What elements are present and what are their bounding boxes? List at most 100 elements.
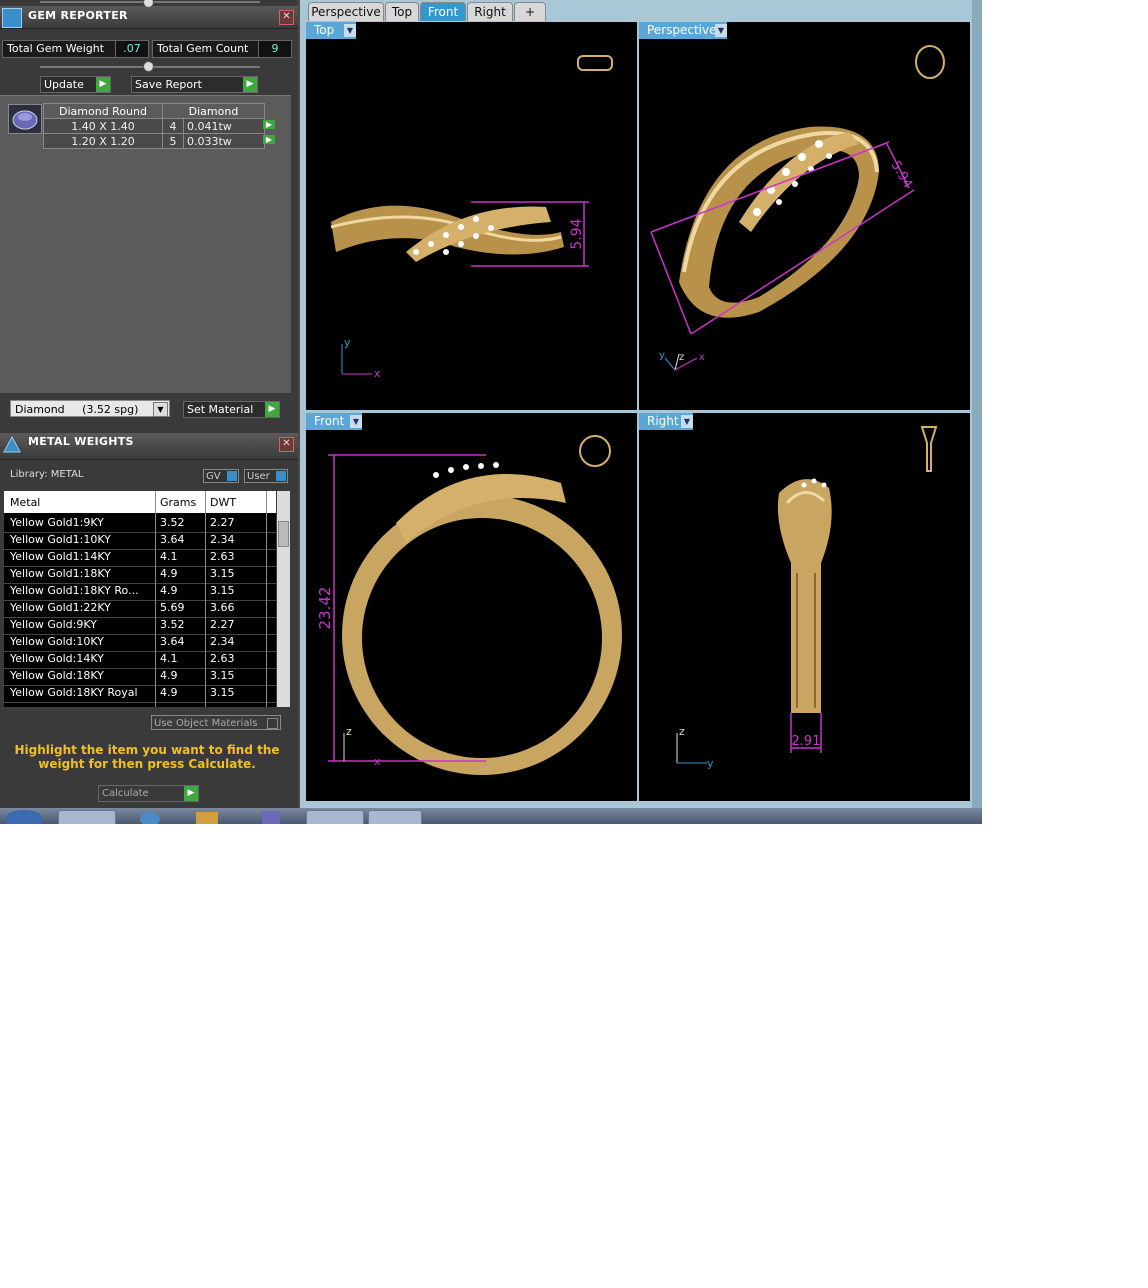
play-arrow-icon: ▶ [243, 77, 257, 92]
axis-y-label: y [659, 350, 665, 361]
viewport-area: Perspective Top Front Right + Top ▼ 5.94… [300, 0, 982, 808]
total-gem-weight-value: .07 [115, 40, 149, 58]
front-view-render: 23.42 z x [316, 435, 622, 775]
update-label: Update [44, 78, 84, 91]
table-row[interactable]: Yellow Gold1:14KY 4.1 2.63 [4, 549, 276, 567]
tab-top[interactable]: Top [385, 2, 419, 21]
media-icon[interactable] [196, 812, 218, 824]
window-app-icon[interactable] [368, 810, 422, 824]
table-row[interactable]: Yellow Gold1:18KY Ro... 4.9 3.15 [4, 583, 276, 601]
cell-metal: Yellow Gold:9KY [10, 618, 97, 631]
metal-weights-table: Metal Grams DWT Yellow Gold1:9KY 3.52 2.27… [4, 491, 276, 707]
cell-dwt: 3.66 [210, 601, 235, 614]
table-row[interactable]: Yellow Gold:9KY 3.52 2.27 [4, 617, 276, 635]
gem-count: 4 [162, 118, 184, 134]
set-material-button[interactable]: Set Material ▶ [183, 401, 280, 418]
calculate-button[interactable]: Calculate ▶ [98, 785, 199, 802]
axis-y-label: y [344, 336, 351, 349]
table-row[interactable]: Yellow Gold1:9KY 3.52 2.27 [4, 515, 276, 533]
play-arrow-icon: ▶ [184, 786, 198, 801]
cell-dwt: 2.63 [210, 550, 235, 563]
cell-grams: 4.1 [160, 550, 178, 563]
cell-dwt: 3.15 [210, 584, 235, 597]
top-view-render: 5.94 y x [330, 55, 613, 380]
cell-metal: Yellow Gold1:14KY [10, 550, 111, 563]
perspective-dimension: 5.94 [888, 159, 915, 192]
metal-weights-title: METAL WEIGHTS [28, 435, 134, 448]
cell-metal: Yellow Gold1:9KY [10, 516, 104, 529]
info-icon [227, 471, 237, 481]
table-row[interactable]: Yellow Gold:10KY 3.64 2.34 [4, 634, 276, 652]
play-arrow-icon[interactable]: ▶ [263, 119, 275, 129]
tab-perspective[interactable]: Perspective [308, 2, 384, 21]
gem-weight-text: 0.033tw [187, 134, 232, 148]
play-arrow-icon[interactable]: ▶ [263, 134, 275, 144]
top-dimension: 5.94 [569, 218, 585, 249]
table-row[interactable]: Yellow Gold1:10KY 3.64 2.34 [4, 532, 276, 550]
user-label: User [247, 471, 270, 482]
library-label: Library: METAL [10, 469, 84, 480]
scrollbar-thumb[interactable] [278, 521, 289, 547]
add-tab-button[interactable]: + [514, 2, 546, 21]
table-row[interactable]: Yellow Gold:14KY 4.1 2.63 [4, 651, 276, 669]
save-report-button[interactable]: Save Report ▶ [131, 76, 258, 93]
metal-table-scrollbar[interactable] [277, 491, 290, 707]
col-metal: Metal [10, 496, 41, 509]
cell-dwt: 3.15 [210, 567, 235, 580]
cell-grams: 4.9 [160, 584, 178, 597]
gem-size: 1.20 X 1.20 [43, 133, 163, 149]
viewport-perspective[interactable]: Perspective ▼ 5.94 y z x [639, 22, 970, 410]
cell-dwt: 2.34 [210, 533, 235, 546]
gem-slider-knob[interactable] [143, 61, 154, 72]
use-object-materials-toggle[interactable]: Use Object Materials [151, 715, 281, 730]
tab-right[interactable]: Right [467, 2, 513, 21]
browser-icon[interactable] [140, 812, 160, 824]
gem-col-material: Diamond [162, 103, 265, 119]
start-button-icon[interactable] [6, 810, 42, 824]
table-row[interactable]: Yellow Gold:18KY 4.9 3.15 [4, 668, 276, 686]
user-library-button[interactable]: User [244, 469, 288, 483]
axis-x-label: x [374, 755, 381, 768]
metal-weights-icon [2, 435, 22, 455]
cell-grams: 4.9 [160, 686, 178, 699]
close-icon[interactable]: ✕ [279, 10, 294, 25]
cell-metal: Yellow Gold:14KY [10, 652, 104, 665]
cell-metal: Yellow Gold:10KY [10, 635, 104, 648]
column-divider [266, 491, 267, 707]
table-row[interactable]: Yellow Gold:18KY Royal 4.9 3.15 [4, 685, 276, 703]
play-arrow-icon: ▶ [96, 77, 110, 92]
column-divider [155, 491, 156, 707]
right-edge [972, 0, 982, 808]
gem-app-icon[interactable] [262, 811, 280, 824]
gem-weight-text: 0.041tw [187, 119, 232, 133]
axis-x-label: x [699, 352, 705, 363]
gem-row[interactable]: 1.20 X 1.20 5 0.033tw ▶ [43, 133, 275, 149]
close-icon[interactable]: ✕ [279, 437, 294, 452]
tab-front[interactable]: Front [420, 2, 466, 21]
viewport-front[interactable]: Front ▼ 23.42 z x [306, 413, 637, 801]
gv-library-button[interactable]: GV [203, 469, 239, 483]
cell-dwt: 2.27 [210, 516, 235, 529]
folder-icon[interactable] [58, 810, 116, 824]
gem-weight: 0.033tw ▶ [183, 133, 275, 149]
material-select[interactable]: Diamond (3.52 spg) ▼ [10, 400, 170, 417]
table-row[interactable]: Yellow Gold1:18KY 4.9 3.15 [4, 566, 276, 584]
info-icon [276, 471, 286, 481]
viewport-top[interactable]: Top ▼ 5.94 y x [306, 22, 637, 410]
taskbar [0, 808, 982, 824]
cell-grams: 5.69 [160, 601, 185, 614]
viewport-right[interactable]: Right ▼ 2.91 z y [639, 413, 970, 801]
axis-z-label: z [346, 725, 352, 738]
gem-count: 5 [162, 133, 184, 149]
metal-table-header: Metal Grams DWT [4, 491, 276, 513]
table-row[interactable]: Yellow Gold1:22KY 5.69 3.66 [4, 600, 276, 618]
play-arrow-icon: ▶ [265, 402, 279, 417]
gv-label: GV [206, 471, 221, 482]
gem-reporter-title: GEM REPORTER [28, 9, 128, 22]
set-material-label: Set Material [187, 403, 254, 416]
gem-row[interactable]: 1.40 X 1.40 4 0.041tw ▶ [43, 118, 275, 134]
user-app-icon[interactable] [306, 810, 364, 824]
material-select-value: Diamond (3.52 spg) [15, 403, 139, 416]
cell-dwt: 2.34 [210, 635, 235, 648]
update-button[interactable]: Update ▶ [40, 76, 111, 93]
